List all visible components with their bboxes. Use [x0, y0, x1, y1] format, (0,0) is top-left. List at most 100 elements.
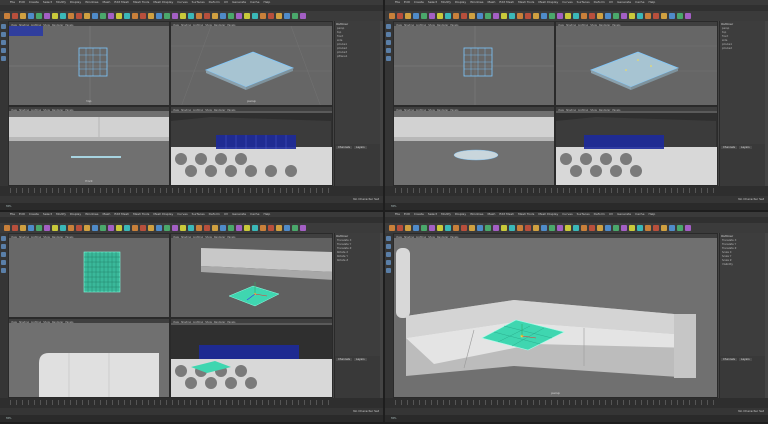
rotate-tool-icon[interactable]: [386, 260, 391, 265]
time-slider[interactable]: [0, 398, 383, 408]
shelf-tool-icon[interactable]: [573, 13, 579, 19]
rotate-tool-icon[interactable]: [1, 260, 6, 265]
select-tool-icon[interactable]: [386, 24, 391, 29]
shelf-tool-icon[interactable]: [669, 225, 675, 231]
shelf-tool-icon[interactable]: [653, 225, 659, 231]
shelf-tool-icon[interactable]: [92, 225, 98, 231]
channel-name[interactable]: Rotate Z: [335, 259, 380, 263]
shelf-tool-icon[interactable]: [212, 13, 218, 19]
shelf-tool-icon[interactable]: [677, 225, 683, 231]
command-line[interactable]: MEL: [385, 203, 768, 210]
range-slider[interactable]: No Character Set: [0, 196, 383, 203]
scale-tool-icon[interactable]: [386, 56, 391, 61]
shelf-tool-icon[interactable]: [44, 225, 50, 231]
shelf-tool-icon[interactable]: [180, 13, 186, 19]
shelf-tool-icon[interactable]: [12, 225, 18, 231]
shelf-tool-icon[interactable]: [413, 13, 419, 19]
viewport-persp[interactable]: View Shading Lighting Show Renderer Panels pe…: [170, 21, 333, 106]
shelf-tool-icon[interactable]: [196, 225, 202, 231]
shelf-tool-icon[interactable]: [92, 13, 98, 19]
shelf-tool-icon[interactable]: [589, 225, 595, 231]
shelf-tool-icon[interactable]: [485, 225, 491, 231]
shelf-tool-icon[interactable]: [156, 13, 162, 19]
viewport-render[interactable]: View Shading Lighting Show Renderer Panels: [170, 318, 333, 398]
shelf-tool-icon[interactable]: [469, 225, 475, 231]
shelf-tool-icon[interactable]: [20, 225, 26, 231]
shelf-tool-icon[interactable]: [517, 13, 523, 19]
shelf-tool-icon[interactable]: [405, 225, 411, 231]
shelf-tool-icon[interactable]: [100, 13, 106, 19]
shelf-tool-icon[interactable]: [268, 13, 274, 19]
shelf-tool-icon[interactable]: [445, 13, 451, 19]
shelf-tool-icon[interactable]: [605, 13, 611, 19]
shelf-tool-icon[interactable]: [52, 13, 58, 19]
shelf-tool-icon[interactable]: [188, 225, 194, 231]
time-slider[interactable]: [385, 398, 768, 408]
shelf-tool-icon[interactable]: [477, 13, 483, 19]
shelf-tool-icon[interactable]: [581, 13, 587, 19]
shelf-tool-icon[interactable]: [260, 13, 266, 19]
shelf-tool-icon[interactable]: [228, 225, 234, 231]
shelf-tool-icon[interactable]: [437, 13, 443, 19]
shelf-tool-icon[interactable]: [124, 13, 130, 19]
lasso-tool-icon[interactable]: [1, 32, 6, 37]
shelf-tool-icon[interactable]: [276, 225, 282, 231]
shelf-tool-icon[interactable]: [429, 225, 435, 231]
shelf-tool-icon[interactable]: [525, 13, 531, 19]
move-tool-icon[interactable]: [386, 40, 391, 45]
command-line[interactable]: MEL: [0, 415, 383, 422]
shelf-tool-icon[interactable]: [461, 13, 467, 19]
shelf-tool-icon[interactable]: [36, 13, 42, 19]
shelf-tool-icon[interactable]: [533, 225, 539, 231]
shelf-tool-icon[interactable]: [565, 225, 571, 231]
shelf-tool-icon[interactable]: [28, 225, 34, 231]
shelf-tool-icon[interactable]: [645, 13, 651, 19]
viewport-persp[interactable]: View Shading Lighting Show Renderer Panels: [170, 233, 333, 318]
shelf-tool-icon[interactable]: [204, 225, 210, 231]
viewport-persp[interactable]: View Shading Lighting Show Renderer Panels: [555, 21, 718, 106]
shelf-tool-icon[interactable]: [44, 13, 50, 19]
scale-tool-icon[interactable]: [386, 268, 391, 273]
command-line[interactable]: MEL: [0, 203, 383, 210]
shelf-tool-icon[interactable]: [389, 13, 395, 19]
move-tool-icon[interactable]: [386, 252, 391, 257]
shelf-tool-icon[interactable]: [613, 225, 619, 231]
move-tool-icon[interactable]: [1, 40, 6, 45]
shelf-tool-icon[interactable]: [244, 13, 250, 19]
shelf-tool-icon[interactable]: [292, 225, 298, 231]
select-tool-icon[interactable]: [1, 24, 6, 29]
lasso-tool-icon[interactable]: [386, 32, 391, 37]
shelf-tool-icon[interactable]: [52, 225, 58, 231]
shelf-tool-icon[interactable]: [292, 13, 298, 19]
shelf-tool-icon[interactable]: [565, 13, 571, 19]
shelf-tool-icon[interactable]: [132, 225, 138, 231]
outliner-item[interactable]: pCube2: [720, 47, 765, 51]
shelf-tool-icon[interactable]: [613, 13, 619, 19]
shelf-tool-icon[interactable]: [164, 225, 170, 231]
shelf-tool-icon[interactable]: [629, 225, 635, 231]
shelf-tool-icon[interactable]: [236, 225, 242, 231]
shelf-tool-icon[interactable]: [228, 13, 234, 19]
viewport-render[interactable]: View Shading Lighting Show Renderer Panels: [555, 106, 718, 186]
shelf-tool-icon[interactable]: [653, 13, 659, 19]
viewport-top[interactable]: View Shading Lighting Show Renderer Panels: [8, 233, 170, 318]
shelf-tool-icon[interactable]: [132, 13, 138, 19]
shelf-tool-icon[interactable]: [549, 225, 555, 231]
shelf-tool-icon[interactable]: [669, 13, 675, 19]
shelf-tool-icon[interactable]: [421, 13, 427, 19]
shelf-tool-icon[interactable]: [300, 225, 306, 231]
shelf-tool-icon[interactable]: [397, 225, 403, 231]
shelf-tool-icon[interactable]: [557, 13, 563, 19]
shelf-tool-icon[interactable]: [260, 225, 266, 231]
shelf-tool-icon[interactable]: [509, 13, 515, 19]
outliner-item[interactable]: pPlane1: [335, 55, 380, 59]
lasso-tool-icon[interactable]: [1, 244, 6, 249]
shelf-tool-icon[interactable]: [116, 225, 122, 231]
shelf-tool-icon[interactable]: [212, 225, 218, 231]
shelf-tool-icon[interactable]: [204, 13, 210, 19]
shelf-tool-icon[interactable]: [661, 13, 667, 19]
shelf-tool-icon[interactable]: [661, 225, 667, 231]
viewport-front[interactable]: View Shading Lighting Show Renderer Panels fr…: [8, 106, 170, 186]
shelf-tool-icon[interactable]: [196, 13, 202, 19]
shelf-tool-icon[interactable]: [116, 13, 122, 19]
